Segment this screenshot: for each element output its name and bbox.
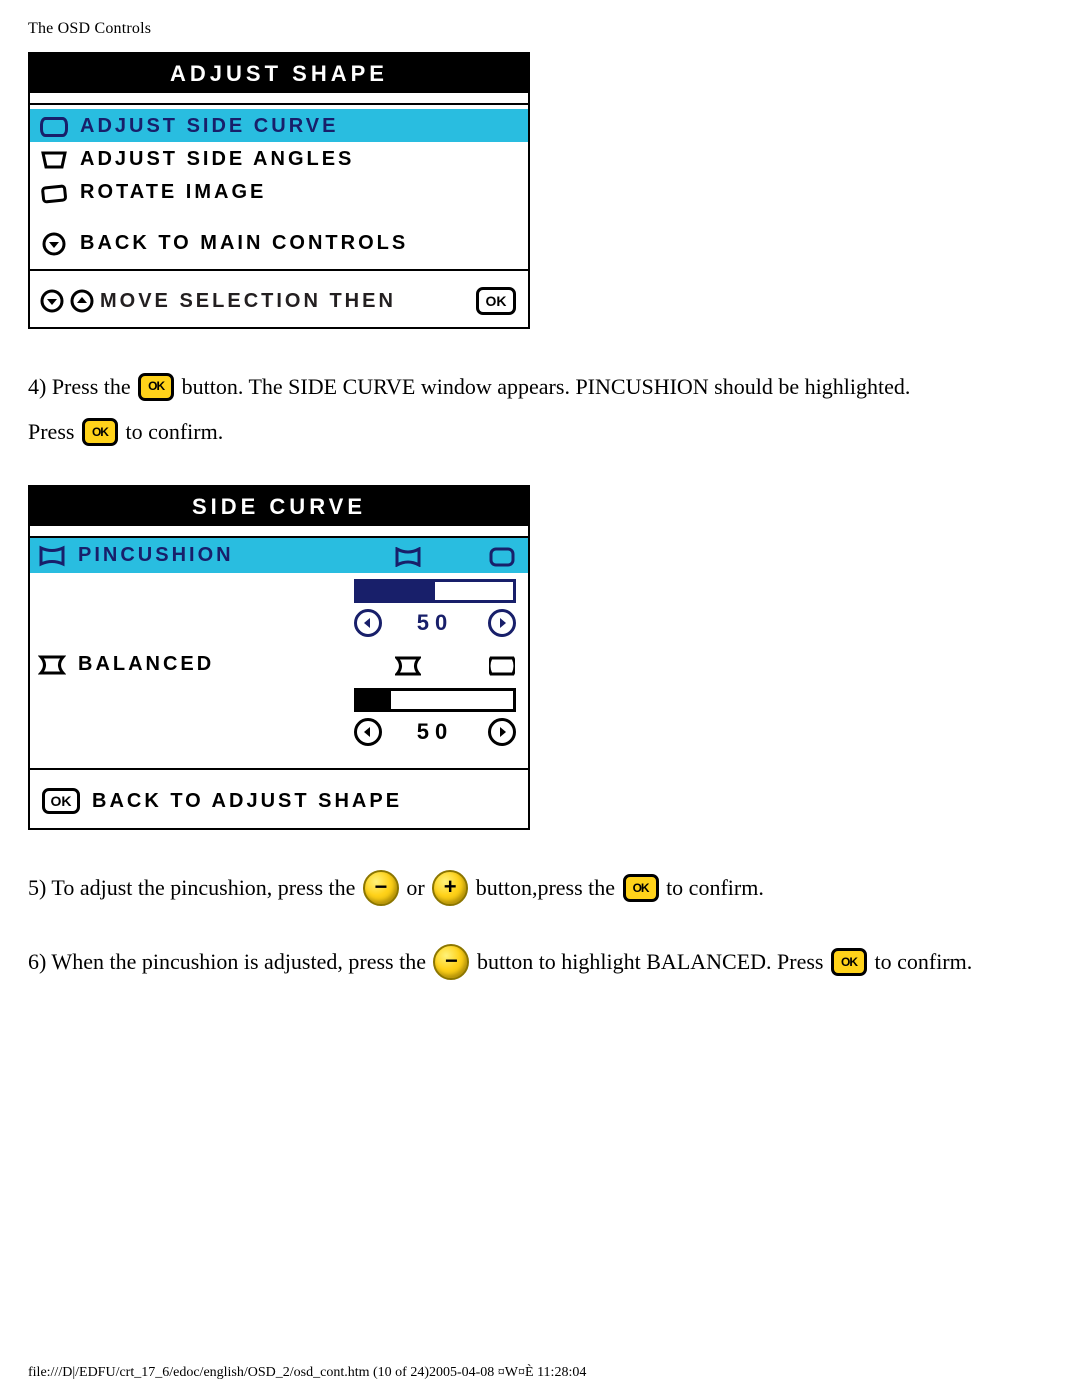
panel-gap — [30, 93, 528, 105]
menu-item-back-to-main[interactable]: BACK TO MAIN CONTROLS — [30, 226, 528, 259]
ok-button-icon: OK — [138, 373, 174, 401]
balanced-icon — [38, 654, 66, 676]
side-angles-icon — [40, 149, 68, 171]
menu-item-adjust-side-curve[interactable]: ADJUST SIDE CURVE — [30, 109, 528, 142]
minus-button-icon: − — [363, 870, 399, 906]
panel-footer: MOVE SELECTION THEN OK — [30, 277, 528, 327]
menu-item-rotate-image[interactable]: ROTATE IMAGE — [30, 175, 528, 208]
pincushion-value: 50 — [400, 610, 470, 636]
balanced-right-icon — [488, 655, 516, 677]
right-arrow-icon[interactable] — [488, 609, 516, 637]
menu-item-adjust-side-angles[interactable]: ADJUST SIDE ANGLES — [30, 142, 528, 175]
menu-item-label: ADJUST SIDE CURVE — [80, 115, 338, 138]
down-arrow-circle-icon — [40, 290, 64, 312]
text: button to highlight BALANCED. Press — [477, 949, 829, 974]
pincushion-in-icon — [394, 546, 422, 568]
row-pincushion-value: 50 — [30, 573, 528, 641]
ok-icon: OK — [476, 287, 516, 315]
left-arrow-icon[interactable] — [354, 609, 382, 637]
balanced-slider[interactable] — [354, 688, 516, 712]
page-header: The OSD Controls — [28, 20, 1052, 38]
panel-gap — [30, 526, 528, 538]
ok-button-icon: OK — [623, 874, 659, 902]
row-label: PINCUSHION — [78, 544, 234, 567]
text: 4) Press the — [28, 374, 136, 399]
text: button,press the — [476, 875, 621, 900]
step-5-text: 5) To adjust the pincushion, press the −… — [28, 870, 1052, 908]
left-arrow-icon[interactable] — [354, 718, 382, 746]
adjust-shape-panel: ADJUST SHAPE ADJUST SIDE CURVE ADJUST SI… — [28, 52, 530, 329]
pincushion-slider[interactable] — [354, 579, 516, 603]
menu-item-label: ADJUST SIDE ANGLES — [80, 148, 354, 171]
row-label: BALANCED — [78, 653, 214, 676]
plus-button-icon: + — [432, 870, 468, 906]
menu-item-label: BACK TO ADJUST SHAPE — [92, 790, 402, 813]
panel-title: SIDE CURVE — [30, 487, 528, 526]
menu-item-label: ROTATE IMAGE — [80, 181, 266, 204]
pincushion-icon — [38, 545, 66, 567]
ok-icon: OK — [42, 788, 80, 814]
row-balanced-value: 50 — [30, 682, 528, 750]
step-6-text: 6) When the pincushion is adjusted, pres… — [28, 944, 1052, 982]
text: Press — [28, 419, 80, 444]
down-arrow-circle-icon — [40, 233, 68, 255]
panel-title: ADJUST SHAPE — [30, 54, 528, 93]
text: 5) To adjust the pincushion, press the — [28, 875, 361, 900]
footer-label: MOVE SELECTION THEN — [100, 290, 396, 313]
menu-item-label: BACK TO MAIN CONTROLS — [80, 232, 408, 255]
right-arrow-icon[interactable] — [488, 718, 516, 746]
text: to confirm. — [125, 419, 223, 444]
row-balanced[interactable]: BALANCED — [30, 647, 528, 682]
side-curve-panel: SIDE CURVE PINCUSHION — [28, 485, 530, 830]
row-pincushion[interactable]: PINCUSHION — [30, 538, 528, 573]
text: to confirm. — [874, 949, 972, 974]
balanced-value: 50 — [400, 719, 470, 745]
rotate-image-icon — [40, 182, 68, 204]
pincushion-out-icon — [488, 546, 516, 568]
text: to confirm. — [666, 875, 764, 900]
text: or — [406, 875, 430, 900]
side-curve-icon — [40, 116, 68, 138]
up-arrow-circle-icon — [70, 290, 94, 312]
balanced-left-icon — [394, 655, 422, 677]
footer-path: file:///D|/EDFU/crt_17_6/edoc/english/OS… — [28, 1365, 586, 1381]
menu-item-back-to-adjust-shape[interactable]: OK BACK TO ADJUST SHAPE — [30, 776, 528, 828]
text: button. The SIDE CURVE window appears. P… — [182, 374, 911, 399]
menu-list: ADJUST SIDE CURVE ADJUST SIDE ANGLES ROT… — [30, 105, 528, 212]
minus-button-icon: − — [433, 944, 469, 980]
ok-button-icon: OK — [831, 948, 867, 976]
step-4-text: 4) Press the OK button. The SIDE CURVE w… — [28, 369, 1052, 449]
text: 6) When the pincushion is adjusted, pres… — [28, 949, 431, 974]
ok-button-icon: OK — [82, 418, 118, 446]
